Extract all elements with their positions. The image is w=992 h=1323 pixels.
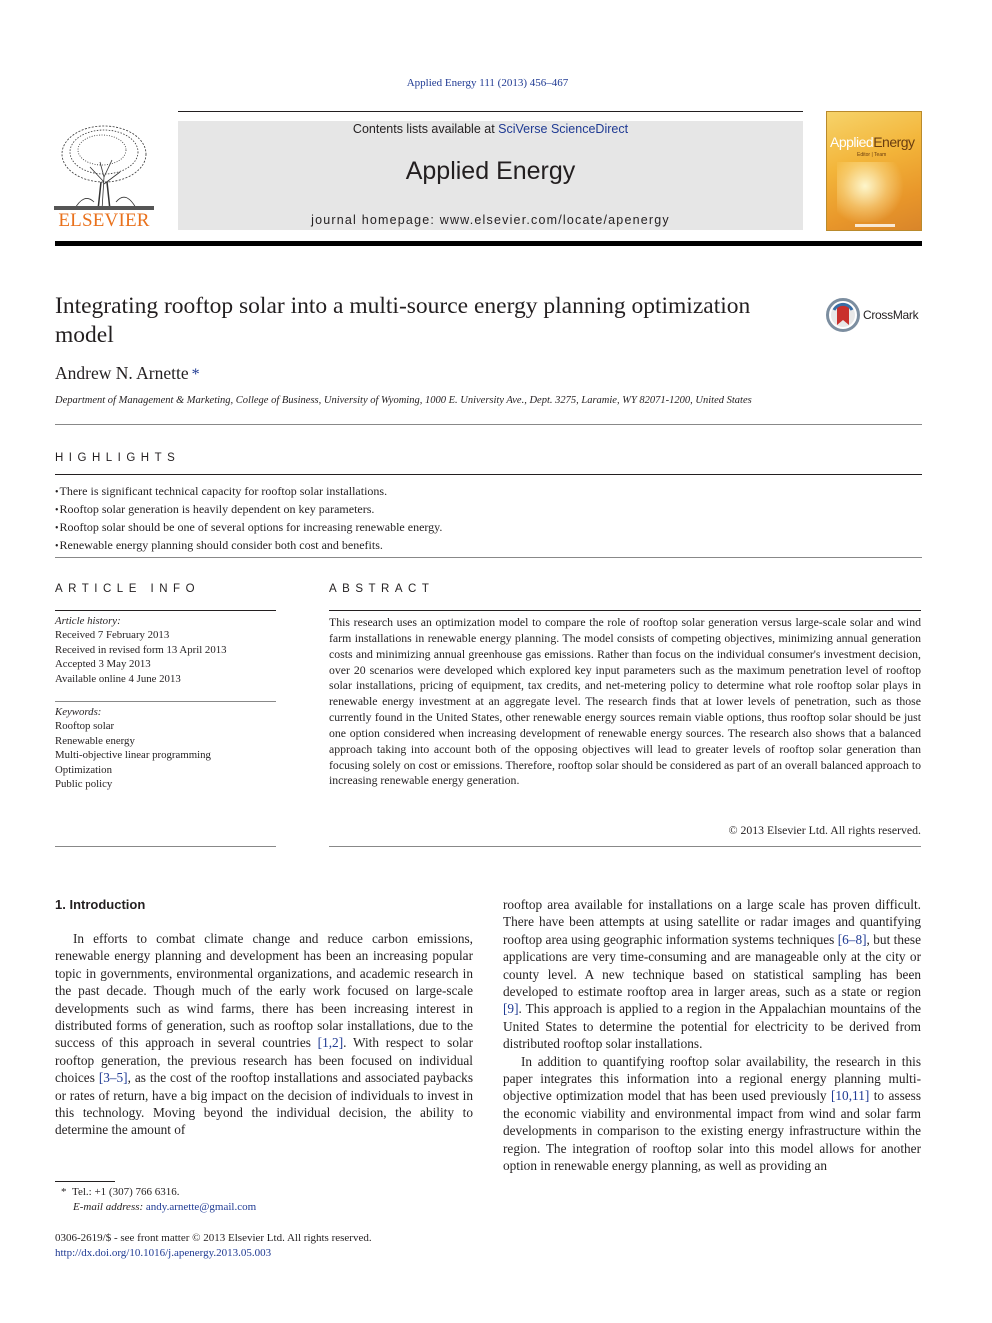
journal-homepage: journal homepage: www.elsevier.com/locat… [178, 213, 803, 227]
crossmark-label: CrossMark [863, 308, 919, 322]
journal-title: Applied Energy [405, 157, 576, 185]
doi-link[interactable]: http://dx.doi.org/10.1016/j.apenergy.201… [55, 1246, 372, 1261]
crossmark-button[interactable]: CrossMark [826, 298, 926, 334]
corresponding-author-mark[interactable]: * [192, 366, 200, 383]
abstract-heading: ABSTRACT [329, 583, 435, 595]
history-online: Available online 4 June 2013 [55, 672, 181, 685]
highlight-item: Rooftop solar generation is heavily depe… [55, 501, 442, 519]
abstract-rule [329, 610, 921, 611]
keyword-item: Multi-objective linear programming [55, 749, 211, 762]
article-title: Integrating rooftop solar into a multi-s… [55, 293, 751, 348]
highlights-top-rule [55, 474, 922, 475]
cover-footer-mark [855, 224, 895, 227]
citation-link[interactable]: [1,2] [318, 1035, 343, 1050]
section-heading-introduction: 1. Introduction [55, 897, 146, 912]
highlight-item: Rooftop solar should be one of several o… [55, 519, 443, 537]
history-received: Received 7 February 2013 [55, 629, 170, 642]
crossmark-icon [826, 298, 860, 332]
abstract-copyright: © 2013 Elsevier Ltd. All rights reserved… [728, 823, 921, 837]
body-paragraph: rooftop area available for installations… [503, 897, 921, 1052]
cover-title-a: Applied [830, 134, 874, 150]
footnote-email-link[interactable]: andy.arnette@gmail.com [146, 1201, 256, 1213]
author-line: Andrew N. Arnette * [55, 363, 200, 384]
affiliation-rule [55, 424, 922, 425]
keyword-item: Renewable energy [55, 734, 135, 747]
author-name: Andrew N. Arnette [55, 363, 189, 383]
footnote-tel: Tel.: +1 (307) 766 6316. [72, 1186, 180, 1198]
footnote: * Tel.: +1 (307) 766 6316. E-mail addres… [55, 1185, 256, 1215]
history-accepted: Accepted 3 May 2013 [55, 658, 151, 671]
citation-link[interactable]: [3–5] [99, 1070, 128, 1085]
abstract-bottom-rule [329, 846, 921, 847]
footnote-email-label: E-mail address: [73, 1201, 144, 1213]
homepage-link[interactable]: www.elsevier.com/locate/apenergy [440, 213, 670, 227]
bottom-notice: 0306-2619/$ - see front matter © 2013 El… [55, 1231, 372, 1260]
keyword-item: Public policy [55, 778, 113, 791]
keywords-block: Keywords: Rooftop solar Renewable energy… [55, 705, 276, 791]
issn-line: 0306-2619/$ - see front matter © 2013 El… [55, 1232, 372, 1244]
journal-cover-image: AppliedEnergy Editor | Team [826, 111, 922, 231]
keywords-rule [55, 701, 276, 702]
body-paragraph: In addition to quantifying rooftop solar… [503, 1053, 921, 1174]
body-column-right: rooftop area available for installations… [503, 896, 921, 1175]
highlights-heading: HIGHLIGHTS [55, 452, 181, 464]
citation-link[interactable]: [6–8] [838, 932, 867, 947]
citation-link[interactable]: [10,11] [831, 1088, 869, 1103]
cover-sun-graphic [837, 162, 907, 222]
header-bottom-rule [55, 241, 922, 246]
body-paragraph: In efforts to combat climate change and … [55, 931, 473, 1138]
cover-title: AppliedEnergy [830, 134, 915, 150]
cover-title-b: Energy [873, 134, 915, 150]
homepage-prefix: journal homepage: [311, 213, 440, 227]
header-top-rule [178, 111, 803, 112]
cover-subtitle: Editor | Team [857, 152, 887, 158]
citation-link[interactable]: [9] [503, 1001, 519, 1016]
history-revised: Received in revised form 13 April 2013 [55, 643, 227, 656]
author-affiliation: Department of Management & Marketing, Co… [55, 395, 752, 406]
keywords-label: Keywords: [55, 706, 102, 718]
journal-reference[interactable]: Applied Energy 111 (2013) 456–467 [0, 77, 975, 89]
history-label: Article history: [55, 615, 121, 627]
contents-line: Contents lists available at SciVerse Sci… [178, 122, 803, 136]
highlights-bottom-rule [55, 557, 922, 558]
keyword-item: Rooftop solar [55, 720, 115, 733]
article-info-rule [55, 610, 276, 611]
highlights-list: There is significant technical capacity … [55, 483, 443, 555]
article-info-bottom-rule [55, 846, 276, 847]
footnote-mark: * [61, 1186, 67, 1198]
highlight-item: There is significant technical capacity … [55, 483, 442, 501]
footnote-rule [55, 1181, 115, 1182]
abstract-text: This research uses an optimization model… [329, 615, 921, 788]
body-column-left: In efforts to combat climate change and … [55, 930, 473, 1139]
sciencedirect-link[interactable]: SciVerse ScienceDirect [498, 122, 628, 136]
keyword-item: Optimization [55, 763, 112, 776]
highlight-item: Renewable energy planning should conside… [55, 537, 442, 555]
article-history: Article history: Received 7 February 201… [55, 614, 276, 686]
contents-prefix: Contents lists available at [352, 122, 499, 136]
article-info-heading: ARTICLE INFO [55, 583, 201, 595]
elsevier-wordmark: ELSEVIER [58, 210, 150, 231]
